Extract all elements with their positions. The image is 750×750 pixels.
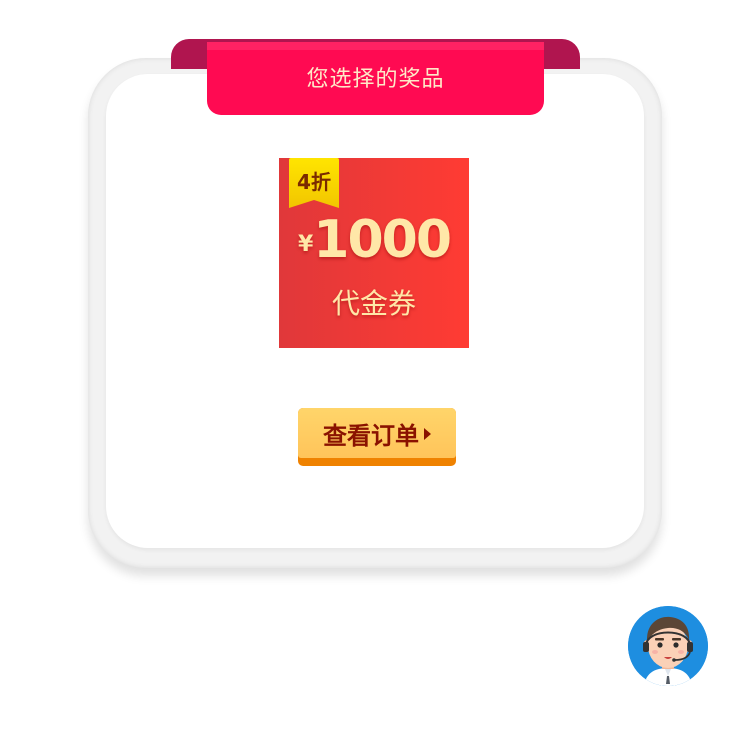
discount-tag-text: 4折 [297, 170, 331, 194]
title-ribbon: 您选择的奖品 [207, 42, 544, 115]
coupon-amount: ¥1000 [279, 210, 469, 270]
coupon-value: 1000 [313, 210, 452, 270]
currency-symbol: ¥ [297, 232, 314, 257]
prize-coupon: 4折 ¥1000 代金券 [279, 158, 469, 348]
view-order-label: 查看订单 [323, 421, 419, 450]
discount-tag: 4折 [289, 158, 339, 208]
caret-right-icon [424, 428, 431, 440]
customer-service-avatar-icon [628, 606, 708, 686]
view-order-button-face[interactable]: 查看订单 [298, 408, 456, 458]
page-title: 您选择的奖品 [306, 66, 445, 92]
view-order-button[interactable]: 查看订单 [298, 408, 456, 466]
prize-page: 您选择的奖品 4折 ¥1000 代金券 查看订单 [0, 0, 750, 750]
customer-service-avatar-button[interactable] [628, 606, 708, 686]
coupon-label: 代金券 [331, 287, 416, 320]
